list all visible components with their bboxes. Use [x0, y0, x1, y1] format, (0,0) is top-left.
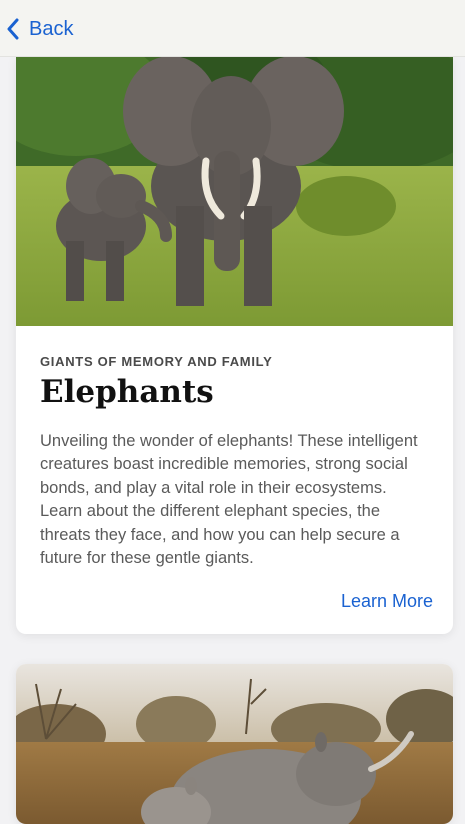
card-description: Unveiling the wonder of elephants! These…: [40, 432, 418, 568]
elephants-card: GIANTS OF MEMORY AND FAMILY Elephants Un…: [16, 56, 453, 634]
back-button[interactable]: Back: [6, 14, 73, 44]
learn-more-button[interactable]: Learn More: [341, 591, 433, 612]
card-title: Elephants: [40, 374, 214, 410]
chevron-left-icon: [6, 18, 20, 40]
card-eyebrow: GIANTS OF MEMORY AND FAMILY: [40, 354, 273, 369]
rhinos-photo: [16, 664, 453, 824]
back-label: Back: [29, 17, 74, 40]
rhinos-card: [16, 664, 453, 824]
elephants-photo: [16, 56, 453, 326]
navigation-bar: Back: [0, 0, 465, 57]
